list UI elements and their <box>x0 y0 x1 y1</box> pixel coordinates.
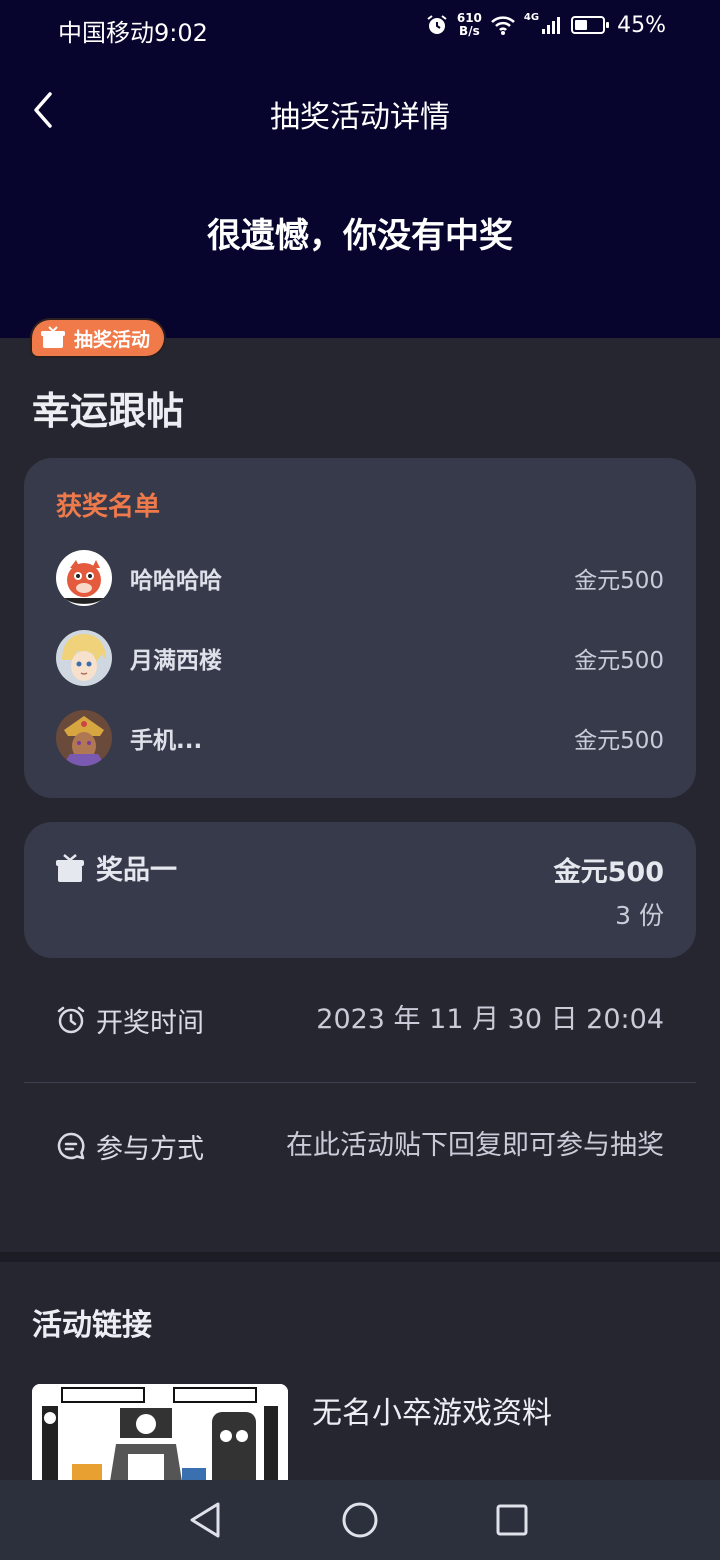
network-type: 4G <box>523 12 540 23</box>
winner-name: 手机... <box>130 728 203 754</box>
winners-title: 获奖名单 <box>56 492 161 522</box>
badge-label: 抽奖活动 <box>74 328 151 351</box>
links-title: 活动链接 <box>32 1308 152 1343</box>
carrier-time: 中国移动9:02 <box>58 19 208 47</box>
alarm-clock-icon <box>57 1006 85 1034</box>
nav-back-icon[interactable] <box>186 1500 226 1540</box>
draw-time-label-group: 开奖时间 <box>56 998 204 1042</box>
activity-title: 幸运跟帖 <box>32 389 185 433</box>
battery-percent: 45% <box>617 12 666 38</box>
battery-icon <box>571 16 610 34</box>
winner-prize: 金元500 <box>574 648 664 674</box>
draw-time-value: 2023 年 11 月 30 日 20:04 <box>316 1004 664 1035</box>
winner-name: 月满西楼 <box>130 648 222 674</box>
winner-prize: 金元500 <box>574 728 664 754</box>
nav-home-icon[interactable] <box>340 1500 380 1540</box>
participation-row: 参与方式 在此活动贴下回复即可参与抽奖 <box>56 1124 664 1168</box>
link-title[interactable]: 无名小卒游戏资料 <box>312 1388 552 1432</box>
wifi-icon <box>491 16 515 35</box>
section-separator <box>0 1252 720 1262</box>
gift-icon <box>56 853 84 882</box>
participation-label: 参与方式 <box>96 1133 204 1165</box>
winner-prize: 金元500 <box>574 568 664 594</box>
gift-icon <box>41 326 65 348</box>
participation-label-group: 参与方式 <box>56 1124 204 1168</box>
system-nav-bar <box>0 1480 720 1560</box>
status-bar: 中国移动9:02 610 B/s 4G 45% <box>0 0 720 56</box>
winner-row[interactable]: 月满西楼 金元500 <box>56 630 664 686</box>
prize-label: 奖品一 <box>96 855 177 886</box>
avatar <box>56 710 112 766</box>
winner-row[interactable]: 哈哈哈哈 金元500 <box>56 550 664 606</box>
avatar <box>56 630 112 686</box>
activity-badge: 抽奖活动 <box>32 320 165 356</box>
status-icons: 610 B/s 4G 45% <box>425 12 666 38</box>
participation-value: 在此活动贴下回复即可参与抽奖 <box>286 1130 664 1161</box>
winner-row[interactable]: 手机... 金元500 <box>56 710 664 766</box>
alarm-icon <box>427 15 447 34</box>
network-speed: 610 B/s <box>456 11 482 38</box>
signal-icon <box>542 17 561 34</box>
draw-time-row: 开奖时间 2023 年 11 月 30 日 20:04 <box>56 998 664 1042</box>
winner-name: 哈哈哈哈 <box>130 568 222 594</box>
nav-bar: 抽奖活动详情 <box>0 80 720 140</box>
prize-quantity: 3 份 <box>615 901 664 930</box>
prize-label-group: 奖品一 <box>56 848 177 887</box>
winners-card: 获奖名单 哈哈哈哈 金元500 月满西楼 金元500 手机... 金元500 <box>24 458 696 798</box>
divider <box>24 1082 696 1083</box>
prize-card: 奖品一 金元500 3 份 <box>24 822 696 958</box>
page-title: 抽奖活动详情 <box>270 100 450 135</box>
link-thumbnail[interactable] <box>32 1384 288 1494</box>
avatar <box>56 550 112 606</box>
nav-recents-icon[interactable] <box>494 1502 530 1538</box>
chat-icon <box>57 1132 85 1160</box>
draw-time-label: 开奖时间 <box>96 1007 204 1039</box>
prize-value: 金元500 <box>553 857 664 888</box>
result-message: 很遗憾，你没有中奖 <box>207 216 513 256</box>
